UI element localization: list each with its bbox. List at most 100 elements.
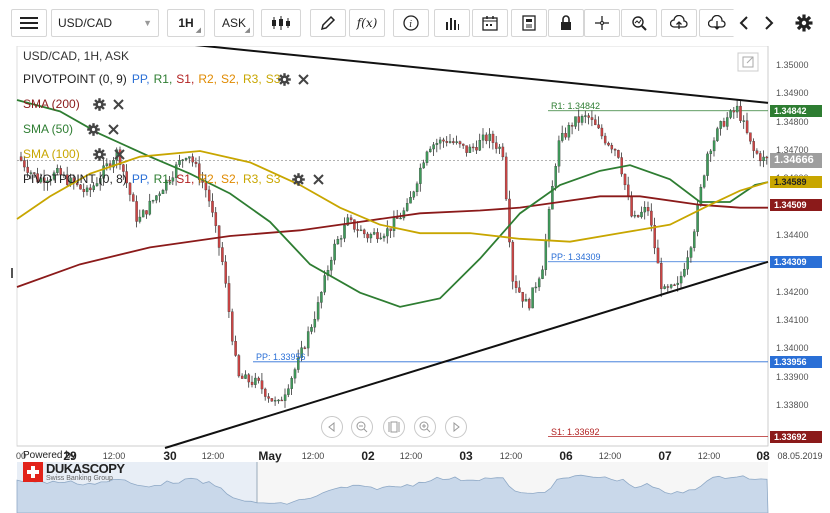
expand-icon[interactable] bbox=[737, 52, 759, 72]
info-button[interactable]: i bbox=[393, 9, 429, 37]
candle-up bbox=[689, 247, 693, 258]
gear-icon[interactable] bbox=[292, 173, 305, 186]
candle-up bbox=[561, 133, 564, 141]
candle-down bbox=[240, 375, 244, 379]
candle-down bbox=[673, 284, 676, 286]
candle-down bbox=[590, 117, 594, 120]
scroll-right-button[interactable] bbox=[758, 9, 780, 37]
close-icon[interactable] bbox=[312, 173, 325, 186]
candle-down bbox=[353, 219, 356, 230]
settings-button[interactable] bbox=[790, 9, 818, 37]
lock-button[interactable] bbox=[548, 9, 584, 37]
candle-up bbox=[742, 120, 746, 122]
candle-down bbox=[600, 127, 604, 137]
close-icon[interactable] bbox=[297, 73, 310, 86]
download-button[interactable] bbox=[699, 9, 735, 37]
pan-right-button[interactable] bbox=[445, 416, 467, 438]
scroll-left-button[interactable] bbox=[733, 9, 755, 37]
candle-up bbox=[683, 268, 686, 277]
candle-down bbox=[660, 262, 663, 289]
menu-button[interactable] bbox=[11, 9, 47, 37]
s1-level-label: S1: 1.33692 bbox=[551, 427, 600, 437]
candle-up bbox=[161, 190, 165, 195]
pp-level-label: PP: 1.34309 bbox=[551, 252, 601, 262]
zoom-out-icon bbox=[356, 421, 368, 433]
timeframe-button[interactable]: 1H ◢ bbox=[167, 9, 205, 37]
candle-down bbox=[617, 150, 620, 158]
gear-icon[interactable] bbox=[87, 123, 100, 136]
close-icon[interactable] bbox=[112, 98, 125, 111]
zoom-in-button[interactable] bbox=[414, 416, 436, 438]
draw-tool-button[interactable] bbox=[310, 9, 346, 37]
candle-up bbox=[438, 139, 442, 144]
price-tick-label: 1.33800 bbox=[776, 400, 809, 410]
candle-up bbox=[405, 203, 409, 211]
info-icon: i bbox=[403, 15, 419, 31]
price-tick-label: 1.34800 bbox=[776, 116, 809, 127]
calendar-button[interactable] bbox=[472, 9, 508, 37]
candle-down bbox=[452, 141, 455, 144]
gear-icon[interactable] bbox=[278, 73, 291, 86]
volume-button[interactable] bbox=[434, 9, 470, 37]
candle-down bbox=[501, 146, 505, 158]
candle-down bbox=[755, 150, 759, 154]
legend-pivot-2[interactable]: PIVOTPOINT (0, 8) PP, R1, S1, R2, S2, R3, S3 bbox=[23, 171, 289, 187]
triangle-left-icon bbox=[328, 422, 335, 432]
symbol-selector[interactable]: USD/CAD ▼ bbox=[51, 9, 159, 37]
sma-lines bbox=[16, 99, 769, 308]
candle-down bbox=[610, 144, 614, 150]
candle-down bbox=[570, 125, 574, 127]
indicators-button[interactable]: f(x) bbox=[349, 9, 385, 37]
news-button[interactable] bbox=[511, 9, 547, 37]
zoom-button[interactable] bbox=[621, 9, 657, 37]
pivot-level-s2: S2, bbox=[221, 72, 240, 86]
pivot-level-r2: R2, bbox=[198, 172, 217, 186]
pivot-level-r3: R3, bbox=[243, 172, 262, 186]
candle-down bbox=[247, 374, 251, 383]
powered-by-text: Powered by bbox=[23, 450, 76, 461]
price-tick-label: 1.34400 bbox=[776, 230, 809, 240]
side-button[interactable]: ASK ◢ bbox=[214, 9, 254, 37]
crosshair-button[interactable] bbox=[584, 9, 620, 37]
chart-canvas[interactable] bbox=[0, 46, 830, 513]
candle-up bbox=[435, 143, 439, 145]
legend-pivot-1[interactable]: PIVOTPOINT (0, 9) PP, R1, S1, R2, S2, R3, S3 bbox=[23, 71, 289, 87]
chart-type-button[interactable] bbox=[261, 9, 301, 37]
close-icon[interactable] bbox=[113, 148, 126, 161]
candle-down bbox=[135, 201, 138, 222]
price-tag: 1.34309 bbox=[770, 255, 822, 268]
candle-down bbox=[653, 225, 656, 249]
candle-down bbox=[458, 141, 462, 145]
brand-name: DUKASCOPY bbox=[46, 460, 125, 476]
candle-down bbox=[303, 347, 307, 349]
candle-down bbox=[224, 261, 227, 284]
pivot-level-list: PP, R1, S1, R2, S2, R3, S3 bbox=[132, 72, 285, 86]
pivot-level-list: PP, R1, S1, R2, S2, R3, S3 bbox=[132, 172, 285, 186]
pivot-level-r1: R1, bbox=[153, 172, 173, 186]
candle-up bbox=[422, 162, 425, 169]
pan-left-button[interactable] bbox=[321, 416, 343, 438]
gear-icon[interactable] bbox=[93, 98, 106, 111]
close-icon[interactable] bbox=[107, 123, 120, 136]
time-tick-label: 12:00 bbox=[598, 451, 622, 461]
legend-sma-50[interactable]: SMA (50) bbox=[23, 121, 78, 137]
candle-up bbox=[138, 216, 142, 222]
price-tick-label: 1.35000 bbox=[776, 60, 809, 70]
legend-sma-100[interactable]: SMA (100) bbox=[23, 146, 85, 162]
candle-up bbox=[392, 217, 396, 231]
reset-zoom-button[interactable] bbox=[383, 416, 405, 438]
time-tick-label: 08.05.2019 bbox=[777, 451, 823, 461]
candle-up bbox=[336, 239, 340, 245]
candle-up bbox=[277, 399, 280, 402]
candle-up bbox=[696, 204, 699, 232]
legend-sma-200[interactable]: SMA (200) bbox=[23, 96, 85, 112]
time-tick-label: 03 bbox=[459, 449, 473, 463]
zoom-out-button[interactable] bbox=[351, 416, 373, 438]
candle-up bbox=[455, 141, 458, 144]
gear-icon[interactable] bbox=[93, 148, 106, 161]
price-tick-label: 1.34100 bbox=[776, 315, 809, 325]
upload-button[interactable] bbox=[661, 9, 697, 37]
candle-down bbox=[504, 156, 508, 200]
candle-up bbox=[706, 153, 709, 176]
price-chart[interactable]: USD/CAD, 1H, ASK PIVOTPOINT (0, 9) PP, R1… bbox=[0, 46, 830, 513]
